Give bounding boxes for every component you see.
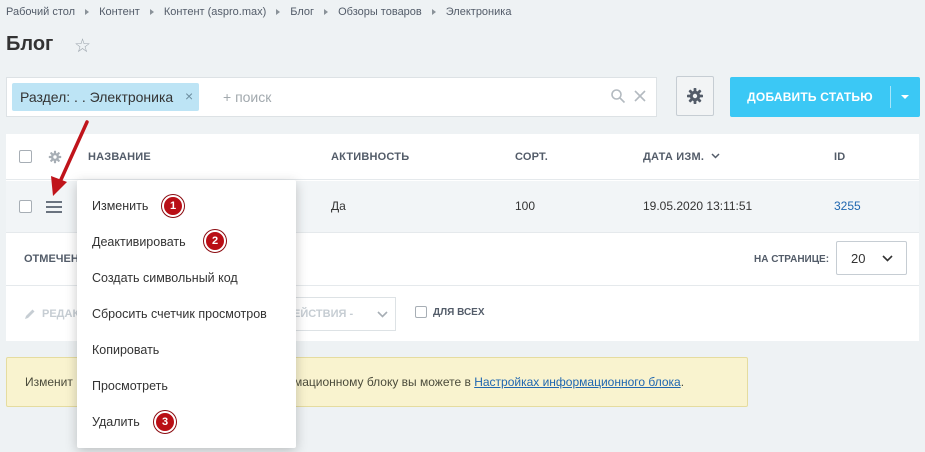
filter-tag-label: Раздел: . . Электроника xyxy=(20,89,174,105)
breadcrumb-separator-icon xyxy=(431,9,436,15)
page-title: Блог xyxy=(6,33,54,55)
per-page-select[interactable]: 20 xyxy=(836,241,907,275)
column-name[interactable]: НАЗВАНИЕ xyxy=(88,151,151,163)
notice-text-end: . xyxy=(680,375,685,389)
breadcrumb-separator-icon xyxy=(276,9,281,15)
menu-item-copy[interactable]: Копировать xyxy=(77,332,296,368)
column-active[interactable]: АКТИВНОСТЬ xyxy=(331,151,409,163)
column-id[interactable]: ID xyxy=(834,151,845,163)
per-page-label: НА СТРАНИЦЕ: xyxy=(754,254,830,265)
chevron-down-icon xyxy=(711,153,720,159)
chevron-down-icon xyxy=(377,311,388,318)
add-article-dropdown[interactable] xyxy=(890,77,920,117)
breadcrumb-item-blog[interactable]: Блог xyxy=(290,6,314,18)
annotation-badge: 1 xyxy=(162,195,184,217)
breadcrumb-separator-icon xyxy=(85,9,90,15)
row-context-menu: Изменить 1 Деактивировать 2 Создать симв… xyxy=(77,180,296,448)
menu-item-label: Просмотреть xyxy=(92,379,168,393)
annotation-arrow-icon xyxy=(51,120,89,196)
menu-item-label: Деактивировать xyxy=(92,235,186,249)
cell-date: 19.05.2020 13:11:51 xyxy=(643,199,753,213)
menu-item-edit[interactable]: Изменить 1 xyxy=(77,188,296,224)
edit-action-label[interactable]: РЕДАК xyxy=(42,308,79,320)
menu-item-label: Сбросить счетчик просмотров xyxy=(92,307,267,321)
menu-item-create-code[interactable]: Создать символьный код xyxy=(77,260,296,296)
actions-select-label: ЕЙСТВИЯ - xyxy=(293,308,354,320)
grid-header: НАЗВАНИЕ АКТИВНОСТЬ СОРТ. ДАТА ИЗМ. ID xyxy=(6,134,919,180)
annotation-badge: 2 xyxy=(204,230,226,252)
filter-tag[interactable]: Раздел: . . Электроника × xyxy=(12,83,200,111)
notice-settings-link[interactable]: Настройках информационного блока xyxy=(474,375,681,389)
annotation-badge: 3 xyxy=(154,411,176,433)
search-input[interactable]: + поиск xyxy=(223,89,271,105)
for-all-checkbox[interactable] xyxy=(415,306,427,318)
menu-item-deactivate[interactable]: Деактивировать 2 xyxy=(77,224,296,260)
breadcrumb-separator-icon xyxy=(149,9,154,15)
chevron-down-icon xyxy=(882,255,893,262)
actions-select[interactable]: ЕЙСТВИЯ - xyxy=(282,297,396,331)
breadcrumb: Рабочий стол Контент Контент (aspro.max)… xyxy=(6,4,511,20)
close-icon[interactable]: × xyxy=(185,89,193,103)
notice-text: мационному блоку вы можете в Настройках … xyxy=(294,375,684,389)
menu-item-label: Удалить xyxy=(92,415,140,429)
gear-icon xyxy=(687,88,703,104)
breadcrumb-item-content[interactable]: Контент xyxy=(99,6,140,18)
breadcrumb-item-content-aspro[interactable]: Контент (aspro.max) xyxy=(164,6,266,18)
settings-button[interactable] xyxy=(676,76,714,116)
column-sort[interactable]: СОРТ. xyxy=(515,151,548,163)
menu-item-label: Копировать xyxy=(92,343,160,357)
filter-search-bar[interactable]: Раздел: . . Электроника × + поиск xyxy=(6,77,657,117)
star-icon[interactable]: ☆ xyxy=(74,37,91,56)
chevron-down-icon xyxy=(901,95,909,99)
notice-text-start: Изменит xyxy=(25,375,73,389)
cell-sort: 100 xyxy=(515,199,536,213)
row-menu-icon[interactable] xyxy=(46,201,62,213)
breadcrumb-separator-icon xyxy=(324,9,329,15)
for-all-label: ДЛЯ ВСЕХ xyxy=(433,307,485,318)
breadcrumb-item-desktop[interactable]: Рабочий стол xyxy=(6,6,75,18)
select-all-checkbox[interactable] xyxy=(19,150,32,163)
add-article-button[interactable]: ДОБАВИТЬ СТАТЬЮ xyxy=(730,77,920,117)
marked-count-label: ОТМЕЧЕН xyxy=(24,253,79,265)
row-checkbox[interactable] xyxy=(19,200,32,213)
pencil-icon xyxy=(25,309,35,319)
menu-item-view[interactable]: Просмотреть xyxy=(77,368,296,404)
menu-item-label: Изменить xyxy=(92,199,149,213)
cell-id-link[interactable]: 3255 xyxy=(834,199,861,213)
cell-active: Да xyxy=(331,199,346,213)
breadcrumb-item-electronics[interactable]: Электроника xyxy=(446,6,512,18)
search-icon[interactable] xyxy=(610,88,626,104)
menu-item-delete[interactable]: Удалить 3 xyxy=(77,404,296,440)
menu-item-label: Создать символьный код xyxy=(92,271,238,285)
column-date[interactable]: ДАТА ИЗМ. xyxy=(643,151,704,163)
clear-icon[interactable] xyxy=(632,88,648,104)
notice-text-mid: мационному блоку вы можете в xyxy=(294,375,475,389)
menu-item-reset-views[interactable]: Сбросить счетчик просмотров xyxy=(77,296,296,332)
add-article-label: ДОБАВИТЬ СТАТЬЮ xyxy=(747,90,873,104)
per-page-value: 20 xyxy=(851,250,866,266)
breadcrumb-item-reviews[interactable]: Обзоры товаров xyxy=(338,6,422,18)
